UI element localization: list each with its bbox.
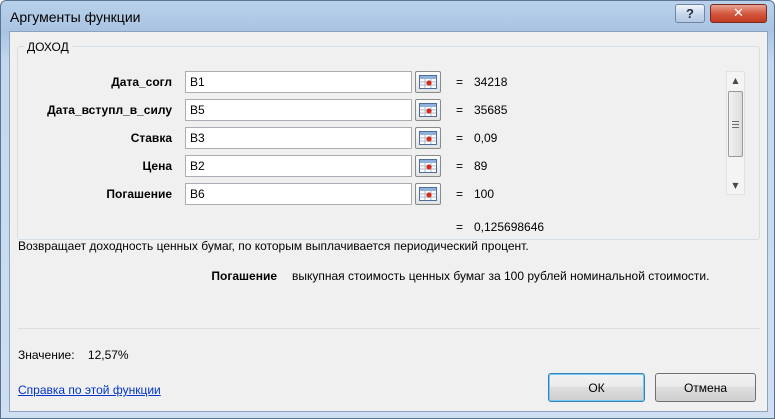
arg-value: 0,09 (474, 131, 498, 145)
arg-label: Погашение (106, 187, 172, 201)
arg-help-text: выкупная стоимость ценных бумаг за 100 р… (292, 269, 710, 283)
arg-label: Дата_согл (111, 75, 172, 89)
arg-row-rate: Ставка = 0,09 (10, 127, 710, 151)
arg-input-rate[interactable] (185, 127, 412, 149)
function-name: ДОХОД (24, 40, 72, 54)
arg-row-settlement: Дата_согл = 34218 (10, 71, 710, 95)
arg-label: Цена (142, 159, 172, 173)
arg-row-redemption: Погашение = 100 (10, 183, 710, 207)
arg-input-maturity[interactable] (185, 99, 412, 121)
arg-row-price: Цена = 89 (10, 155, 710, 179)
scrollbar-thumb[interactable] (728, 91, 743, 157)
range-select-icon[interactable] (415, 71, 441, 93)
dialog-window: Аргументы функции ? ✕ ДОХОД Дата_согл = … (0, 0, 775, 419)
equals-sign: = (456, 75, 464, 89)
value-result: 12,57% (87, 348, 129, 362)
args-scrollbar[interactable]: ▲ ▼ (726, 71, 745, 195)
arg-label: Ставка (130, 131, 172, 145)
range-select-icon[interactable] (415, 99, 441, 121)
arg-value: 35685 (474, 103, 508, 117)
value-label: Значение: (18, 348, 75, 362)
arg-input-price[interactable] (185, 155, 412, 177)
dialog-client-area: ДОХОД Дата_согл = 34218 Дата_вступл_в_си… (9, 31, 768, 412)
ok-button[interactable]: ОК (548, 373, 645, 402)
dialog-title: Аргументы функции (10, 9, 141, 25)
arg-value: 34218 (474, 75, 508, 89)
arrow-down-icon[interactable]: ▼ (727, 177, 744, 194)
function-description: Возвращает доходность ценных бумаг, по к… (18, 239, 529, 253)
arg-input-redemption[interactable] (185, 183, 412, 205)
range-select-icon[interactable] (415, 183, 441, 205)
cancel-button[interactable]: Отмена (655, 373, 756, 402)
divider (18, 328, 760, 329)
help-button[interactable]: ? (675, 4, 705, 23)
equals-sign: = (456, 187, 464, 201)
help-link[interactable]: Справка по этой функции (18, 383, 161, 397)
close-button[interactable]: ✕ (710, 4, 767, 23)
equals-sign: = (456, 131, 464, 145)
formula-result: 0,125698646 (474, 220, 545, 234)
arrow-up-icon[interactable]: ▲ (727, 72, 744, 89)
arg-value: 89 (474, 159, 488, 173)
equals-sign: = (456, 103, 464, 117)
value-line: Значение: 12,57% (18, 348, 129, 362)
result-equals-sign: = (456, 220, 464, 234)
arg-help-name: Погашение (211, 269, 277, 283)
equals-sign: = (456, 159, 464, 173)
arg-input-settlement[interactable] (185, 71, 412, 93)
arg-row-maturity: Дата_вступл_в_силу = 35685 (10, 99, 710, 123)
range-select-icon[interactable] (415, 127, 441, 149)
range-select-icon[interactable] (415, 155, 441, 177)
arg-value: 100 (474, 187, 495, 201)
arg-label: Дата_вступл_в_силу (47, 103, 172, 117)
